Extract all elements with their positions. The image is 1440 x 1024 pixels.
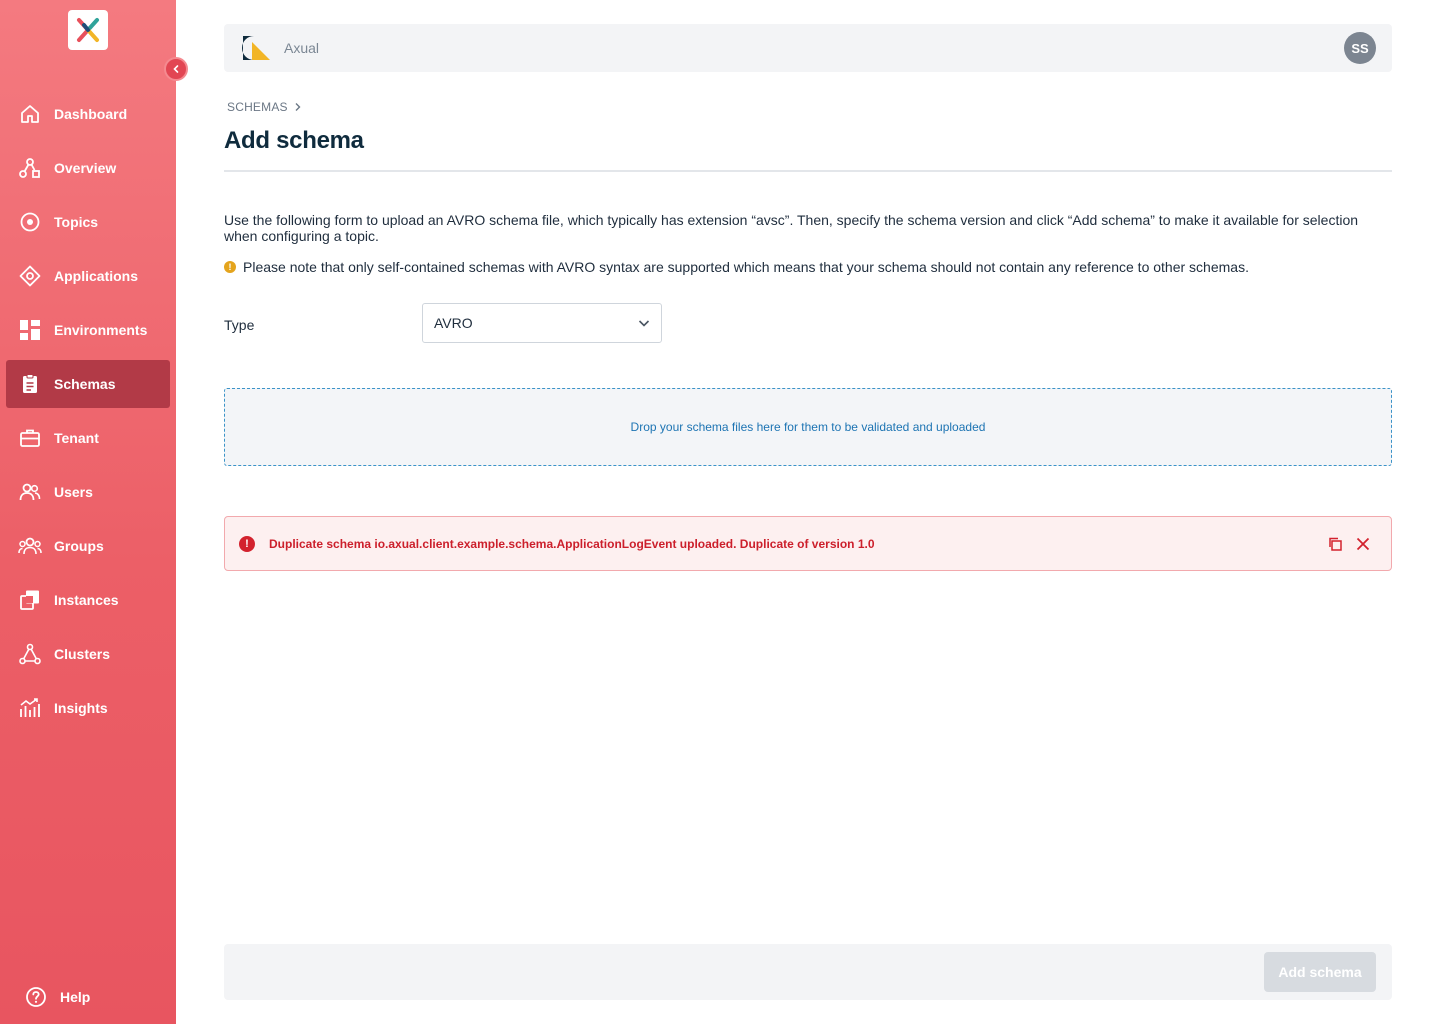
topic-icon — [18, 210, 42, 234]
groups-icon — [18, 534, 42, 558]
type-select-value: AVRO — [434, 315, 473, 331]
org-name: Axual — [284, 40, 320, 56]
sidebar-item-label: Clusters — [54, 646, 111, 662]
sidebar: Dashboard Overview Topics Applications E… — [0, 0, 188, 1024]
overview-icon — [18, 156, 42, 180]
sidebar-item-clusters[interactable]: Clusters — [6, 630, 170, 678]
sidebar-item-label: Topics — [54, 214, 99, 230]
error-message: Duplicate schema io.axual.client.example… — [269, 536, 875, 551]
briefcase-icon — [18, 426, 42, 450]
sidebar-item-environments[interactable]: Environments — [6, 306, 170, 354]
instances-icon — [18, 588, 42, 612]
sidebar-item-label: Overview — [54, 160, 117, 176]
sidebar-item-dashboard[interactable]: Dashboard — [6, 90, 170, 138]
sidebar-item-instances[interactable]: Instances — [6, 576, 170, 624]
sidebar-item-tenant[interactable]: Tenant — [6, 414, 170, 462]
sidebar-item-insights[interactable]: Insights — [6, 684, 170, 732]
dropzone-text: Drop your schema files here for them to … — [630, 420, 986, 434]
help-icon — [24, 985, 48, 1009]
schema-file-dropzone[interactable]: Drop your schema files here for them to … — [224, 388, 1392, 466]
top-bar: Axual SS — [224, 24, 1392, 72]
sidebar-item-schemas[interactable]: Schemas — [6, 360, 170, 408]
error-alert: ! Duplicate schema io.axual.client.examp… — [224, 516, 1392, 571]
axual-logo-icon — [77, 18, 99, 42]
close-icon[interactable] — [1355, 536, 1371, 557]
copy-icon[interactable] — [1327, 536, 1343, 557]
sidebar-item-applications[interactable]: Applications — [6, 252, 170, 300]
clipboard-icon — [18, 372, 42, 396]
sidebar-item-label: Environments — [54, 322, 148, 338]
add-schema-button[interactable]: Add schema — [1264, 952, 1376, 992]
title-divider — [224, 170, 1392, 172]
breadcrumb: SCHEMAS — [227, 100, 302, 114]
sidebar-item-label: Instances — [54, 592, 119, 608]
sidebar-item-topics[interactable]: Topics — [6, 198, 170, 246]
sidebar-item-help[interactable]: Help — [12, 973, 176, 1021]
sidebar-item-label: Tenant — [54, 430, 99, 446]
form-footer: Add schema — [224, 944, 1392, 1000]
sidebar-item-label: Dashboard — [54, 106, 128, 122]
chevron-left-icon — [173, 65, 179, 73]
sidebar-item-label: Users — [54, 484, 93, 500]
page-description: Use the following form to upload an AVRO… — [224, 212, 1359, 244]
insights-icon — [18, 696, 42, 720]
page-title: Add schema — [224, 127, 364, 154]
user-avatar[interactable]: SS — [1344, 32, 1376, 64]
chevron-down-icon — [638, 320, 650, 327]
sidebar-item-label: Schemas — [54, 376, 116, 392]
sidebar-item-overview[interactable]: Overview — [6, 144, 170, 192]
sidebar-item-label: Help — [60, 989, 91, 1005]
sidebar-item-label: Applications — [54, 268, 139, 284]
home-icon — [18, 102, 42, 126]
grid-icon — [18, 318, 42, 342]
users-icon — [18, 480, 42, 504]
support-note-text: Please note that only self-contained sch… — [243, 259, 1249, 275]
sidebar-item-users[interactable]: Users — [6, 468, 170, 516]
type-select[interactable]: AVRO — [422, 303, 662, 343]
app-logo[interactable] — [68, 10, 108, 50]
type-label: Type — [224, 317, 255, 333]
warning-icon: ! — [224, 261, 236, 273]
sidebar-item-label: Insights — [54, 700, 108, 716]
error-icon: ! — [239, 535, 255, 552]
chevron-right-icon — [295, 103, 301, 111]
org-logo-icon — [240, 32, 272, 64]
sidebar-item-groups[interactable]: Groups — [6, 522, 170, 570]
support-note: ! Please note that only self-contained s… — [224, 259, 1249, 275]
sidebar-nav: Dashboard Overview Topics Applications E… — [0, 90, 176, 738]
breadcrumb-schemas-link[interactable]: SCHEMAS — [227, 100, 288, 114]
collapse-sidebar-button[interactable] — [164, 57, 188, 81]
sidebar-item-label: Groups — [54, 538, 104, 554]
cluster-icon — [18, 642, 42, 666]
application-icon — [18, 264, 42, 288]
